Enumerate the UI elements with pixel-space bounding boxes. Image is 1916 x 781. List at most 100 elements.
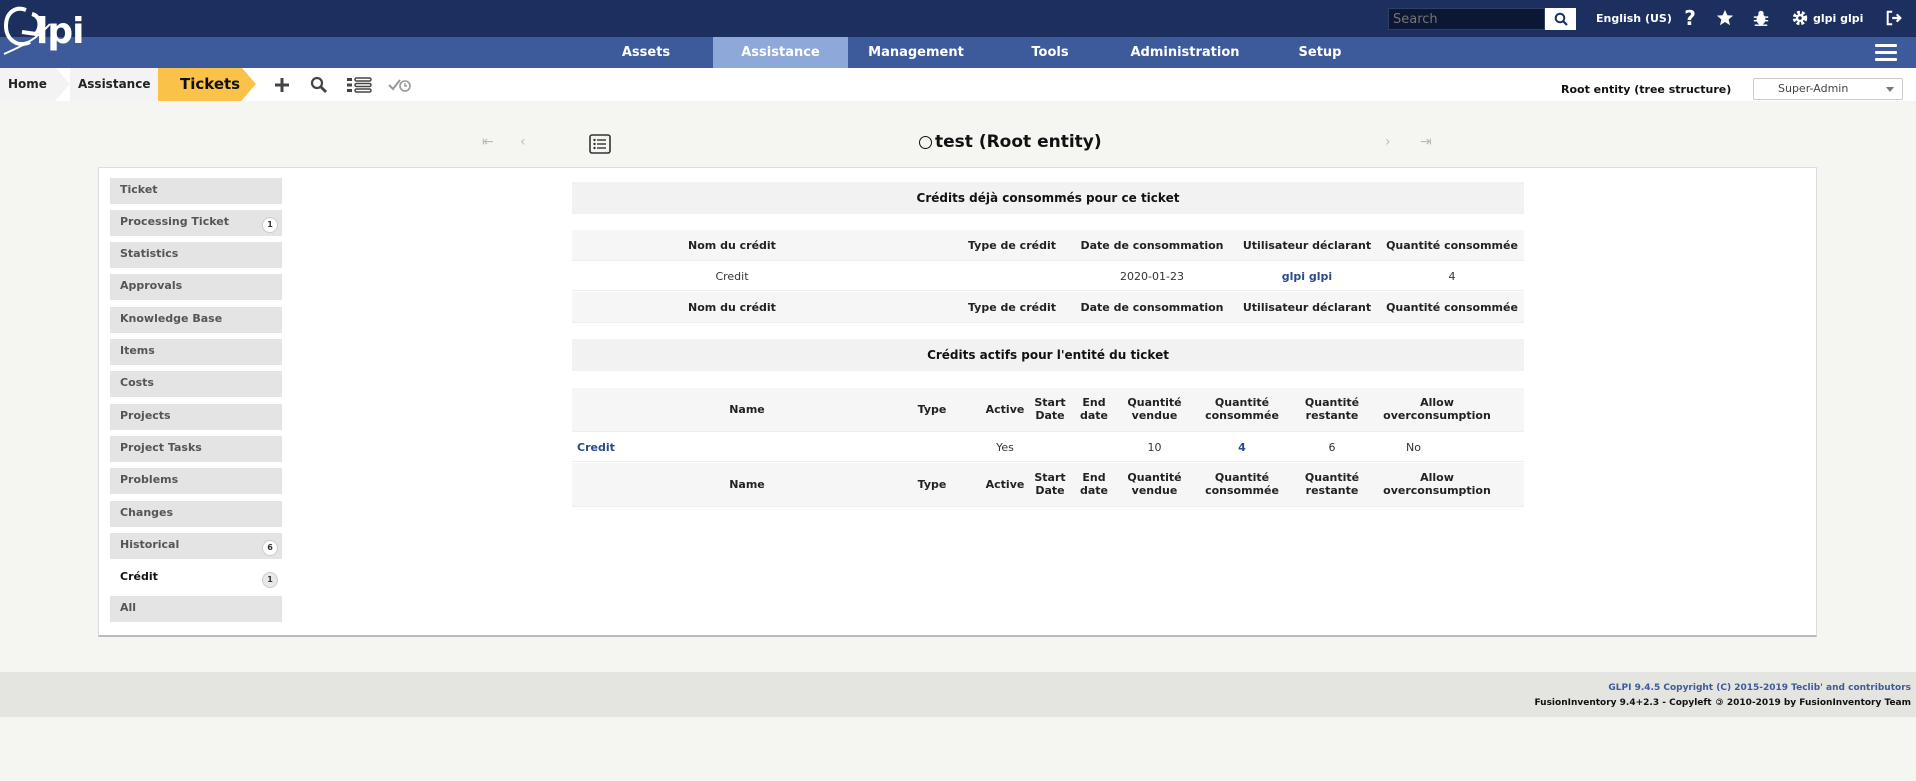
tab-historical[interactable]: Historical 6 <box>110 533 282 561</box>
tab-changes[interactable]: Changes <box>110 501 282 529</box>
column-header: Name <box>729 403 765 416</box>
breadcrumb-home[interactable]: Home <box>0 68 70 101</box>
quantity-remaining: 6 <box>1328 441 1336 454</box>
footer-copyright-link[interactable]: GLPI 9.4.5 Copyright (C) 2015-2019 Tecli… <box>1608 683 1911 693</box>
tab-projects[interactable]: Projects <box>110 404 282 432</box>
footer <box>0 672 1916 717</box>
column-header: Date de consommation <box>1080 301 1224 314</box>
user-name[interactable]: glpi glpi <box>1813 12 1863 25</box>
tab-problems[interactable]: Problems <box>110 468 282 496</box>
column-header: End date <box>1079 471 1108 497</box>
gear-icon[interactable] <box>1789 7 1811 29</box>
footer-fusioninventory: FusionInventory 9.4+2.3 - Copyleft © 201… <box>1534 698 1911 708</box>
first-record-icon[interactable]: ⇤ <box>482 134 494 150</box>
column-header: End date <box>1079 396 1108 422</box>
add-icon[interactable] <box>271 74 293 96</box>
tab-knowledge-base[interactable]: Knowledge Base <box>110 307 282 335</box>
list-view-icon[interactable] <box>346 74 372 96</box>
consumed-quantity: 4 <box>1448 270 1456 283</box>
tab-project-tasks[interactable]: Project Tasks <box>110 436 282 464</box>
column-header: Date de consommation <box>1080 239 1224 252</box>
tab-approvals[interactable]: Approvals <box>110 274 282 302</box>
column-header: Quantité restante <box>1304 471 1360 497</box>
logout-icon[interactable] <box>1883 7 1905 29</box>
entity-label[interactable]: Root entity (tree structure) <box>1561 83 1731 96</box>
fusion-team-text: 2010-2019 by FusionInventory Team <box>1726 698 1911 708</box>
record-list-icon[interactable] <box>589 134 611 154</box>
bug-icon[interactable] <box>1750 7 1772 29</box>
check-clock-icon[interactable] <box>387 74 413 96</box>
profile-select-value: Super-Admin <box>1778 82 1849 95</box>
menu-assistance[interactable]: Assistance <box>713 37 848 68</box>
column-header: Active <box>985 403 1025 416</box>
column-header: Active <box>985 478 1025 491</box>
consumption-date: 2020-01-23 <box>1120 270 1184 283</box>
active-table-footer: Name Type Active Start Date End date Qua… <box>572 463 1524 507</box>
profile-select[interactable]: Super-Admin <box>1753 78 1903 100</box>
tab-credit[interactable]: Crédit 1 <box>110 565 282 593</box>
record-title: test (Root entity) <box>919 132 1102 152</box>
consumed-table-footer: Nom du crédit Type de crédit Date de con… <box>572 292 1524 323</box>
menu-tools[interactable]: Tools <box>1000 37 1100 68</box>
tab-costs[interactable]: Costs <box>110 371 282 399</box>
help-icon[interactable]: ? <box>1679 6 1701 30</box>
column-header: Utilisateur déclarant <box>1242 239 1372 252</box>
star-icon[interactable] <box>1714 7 1736 29</box>
next-record-icon[interactable]: › <box>1385 134 1391 150</box>
column-header: Quantité consommée <box>1205 396 1279 422</box>
menu-assets[interactable]: Assets <box>600 37 692 68</box>
hamburger-menu-icon[interactable] <box>1875 44 1897 62</box>
tab-statistics[interactable]: Statistics <box>110 242 282 270</box>
consumed-table-header: Nom du crédit Type de crédit Date de con… <box>572 230 1524 261</box>
search-list-icon[interactable] <box>308 74 330 96</box>
column-header: Quantité consommée <box>1205 471 1279 497</box>
tab-items[interactable]: Items <box>110 339 282 367</box>
breadcrumb-assistance[interactable]: Assistance <box>70 68 171 101</box>
tab-ticket[interactable]: Ticket <box>110 178 282 206</box>
column-header: Type <box>917 478 947 491</box>
main-menu: Assets Assistance Management Tools Admin… <box>0 37 1916 68</box>
tab-count-badge: 6 <box>262 540 278 556</box>
glpi-logo[interactable]: lpi <box>2 2 102 60</box>
previous-record-icon[interactable]: ‹ <box>520 134 526 150</box>
menu-administration[interactable]: Administration <box>1110 37 1260 68</box>
column-header: Quantité consommée <box>1386 239 1518 252</box>
copyleft-icon: © <box>1714 698 1724 708</box>
tab-processing-ticket[interactable]: Processing Ticket 1 <box>110 210 282 238</box>
declaring-user-link[interactable]: glpi glpi <box>1232 270 1382 283</box>
column-header: Quantité vendue <box>1127 396 1182 422</box>
language-selector[interactable]: English (US) <box>1596 12 1672 25</box>
column-header: Start Date <box>1034 396 1066 422</box>
quantity-sold: 10 <box>1147 441 1162 454</box>
breadcrumb-tickets[interactable]: Tickets <box>158 68 256 101</box>
consumed-credits-title: Crédits déjà consommés pour ce ticket <box>572 182 1524 214</box>
credit-name-link[interactable]: Credit <box>577 441 615 454</box>
record-title-text: test (Root entity) <box>935 132 1102 152</box>
status-circle-icon <box>919 135 932 149</box>
column-header: Nom du crédit <box>688 301 776 314</box>
active-credits-title: Crédits actifs pour l'entité du ticket <box>572 339 1524 371</box>
tab-count-badge: 1 <box>262 217 278 233</box>
column-header: Nom du crédit <box>688 239 776 252</box>
allow-overconsumption: No <box>1406 441 1421 454</box>
column-header: Utilisateur déclarant <box>1242 301 1372 314</box>
column-header: Name <box>729 478 765 491</box>
column-header: Quantité restante <box>1304 396 1360 422</box>
menu-management[interactable]: Management <box>848 37 984 68</box>
column-header: Allow overconsumption <box>1383 396 1491 422</box>
table-row: Credit 2020-01-23 glpi glpi 4 <box>572 262 1524 291</box>
quantity-consumed-link[interactable]: 4 <box>1197 441 1287 454</box>
credit-name: Credit <box>715 270 749 283</box>
tab-count-badge: 1 <box>262 572 278 588</box>
last-record-icon[interactable]: ⇥ <box>1420 134 1432 150</box>
column-header: Quantité consommée <box>1386 301 1518 314</box>
column-header: Start Date <box>1034 471 1066 497</box>
credit-active: Yes <box>996 441 1014 454</box>
tab-all[interactable]: All <box>110 596 282 624</box>
search-input[interactable] <box>1388 8 1545 30</box>
column-header: Type <box>917 403 947 416</box>
search-button[interactable] <box>1545 8 1576 30</box>
column-header: Allow overconsumption <box>1383 471 1491 497</box>
menu-setup[interactable]: Setup <box>1270 37 1370 68</box>
column-header: Type de crédit <box>967 239 1056 252</box>
